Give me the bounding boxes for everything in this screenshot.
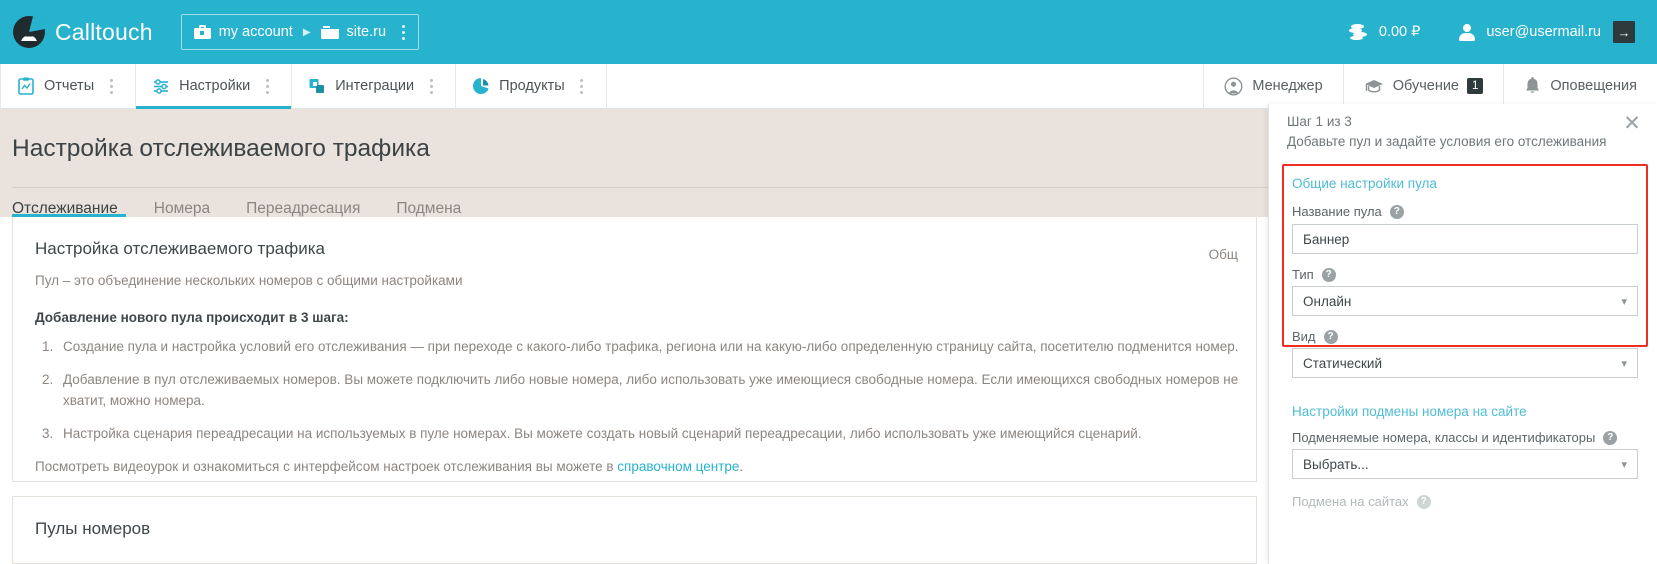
user-menu[interactable]: user@usermail.ru → — [1458, 21, 1635, 43]
pool-type-label: Тип ? — [1292, 267, 1336, 282]
card-footnote-suffix: . — [739, 458, 744, 474]
nav-item-reports[interactable]: Отчеты — [0, 64, 137, 108]
replaced-numbers-label: Подменяемые номера, классы и идентификат… — [1292, 430, 1618, 445]
pool-type-help-icon[interactable]: ? — [1321, 267, 1336, 282]
graduation-cap-icon — [1364, 77, 1384, 95]
list-item: Создание пула и настройка условий его от… — [57, 337, 1256, 358]
sliders-icon — [152, 77, 170, 95]
nav-item-reports-label: Отчеты — [44, 78, 95, 94]
pool-kind-select[interactable]: Статический ▾ — [1292, 348, 1638, 378]
main-nav: Отчеты Настройки Интеграции Продукты Мен… — [0, 64, 1657, 109]
replaced-numbers-select[interactable]: Выбрать... ▾ — [1292, 449, 1638, 479]
list-item: Настройка сценария переадресации на испо… — [57, 424, 1256, 445]
help-center-link[interactable]: справочном центре — [617, 459, 739, 474]
calltouch-logo-icon — [12, 15, 46, 49]
pool-type-select[interactable]: Онлайн ▾ — [1292, 286, 1638, 316]
pool-type-label-text: Тип — [1292, 267, 1314, 282]
nav-item-training-label: Обучение — [1392, 78, 1459, 94]
pool-kind-label: Вид ? — [1292, 329, 1338, 344]
logout-arrow-icon[interactable]: → — [1613, 21, 1635, 43]
user-email: user@usermail.ru — [1486, 24, 1601, 40]
chevron-down-icon: ▾ — [1621, 357, 1627, 370]
squares-icon — [308, 77, 326, 95]
card-steps-heading: Добавление нового пула происходит в 3 ша… — [35, 310, 349, 325]
breadcrumb-separator-icon: ▶ — [302, 26, 311, 38]
pool-name-input[interactable]: Баннер — [1292, 224, 1638, 254]
nav-item-products-label: Продукты — [499, 78, 565, 94]
pool-name-label: Название пула ? — [1292, 204, 1404, 219]
nav-item-training[interactable]: Обучение 1 — [1342, 64, 1504, 108]
nav-item-settings-label: Настройки — [179, 78, 251, 94]
training-badge: 1 — [1467, 78, 1484, 94]
account-menu-kebab-icon[interactable] — [392, 14, 414, 50]
top-bar-right: 0.00 ₽ user@usermail.ru → — [1348, 21, 1635, 43]
pool-wizard-panel: Шаг 1 из 3 Добавьте пул и задайте услови… — [1268, 104, 1657, 564]
nav-item-manager-label: Менеджер — [1252, 78, 1323, 94]
replaced-numbers-value: Выбрать... — [1303, 456, 1369, 472]
replaced-numbers-label-text: Подменяемые номера, классы и идентификат… — [1292, 430, 1596, 445]
tracking-info-card: Общ Настройка отслеживаемого трафика Пул… — [12, 217, 1257, 482]
chevron-down-icon: ▾ — [1621, 295, 1627, 308]
site-label: site.ru — [346, 24, 387, 40]
number-pools-heading: Пулы номеров — [35, 519, 151, 538]
nav-item-settings[interactable]: Настройки — [136, 64, 293, 109]
window-icon — [320, 25, 339, 39]
pool-name-value: Баннер — [1303, 231, 1350, 247]
substitution-settings-title: Настройки подмены номера на сайте — [1292, 404, 1527, 419]
nav-item-products[interactable]: Продукты — [456, 64, 607, 108]
card-corner-label: Общ — [1208, 247, 1238, 262]
main-nav-right: Менеджер Обучение 1 Оповещения — [1203, 64, 1657, 108]
account-chip[interactable]: my account — [193, 24, 293, 40]
top-bar: Calltouch my account ▶ site.ru 0.00 ₽ us… — [0, 0, 1657, 64]
site-chip[interactable]: site.ru — [320, 24, 387, 40]
number-pools-card: Пулы номеров — [12, 496, 1257, 564]
card-footnote: Посмотреть видеоурок и ознакомиться с ин… — [13, 457, 1256, 474]
card-lede: Пул – это объединение нескольких номеров… — [35, 273, 463, 288]
pool-name-label-text: Название пула — [1292, 204, 1382, 219]
bell-icon — [1524, 77, 1541, 95]
balance-value: 0.00 ₽ — [1378, 24, 1421, 40]
app-root: Calltouch my account ▶ site.ru 0.00 ₽ us… — [0, 0, 1657, 564]
pool-type-value: Онлайн — [1303, 293, 1352, 309]
headset-person-icon — [1224, 76, 1243, 96]
substitution-sites-label: Подмена на сайтах ? — [1292, 494, 1431, 509]
brand-name: Calltouch — [55, 18, 153, 45]
card-footnote-prefix: Посмотреть видеоурок и ознакомиться с ин… — [35, 458, 618, 474]
pool-kind-value: Статический — [1303, 355, 1382, 371]
nav-item-manager[interactable]: Менеджер — [1203, 64, 1342, 108]
replaced-numbers-help-icon[interactable]: ? — [1603, 430, 1618, 445]
nav-item-notifications-label: Оповещения — [1550, 78, 1637, 94]
substitution-sites-label-text: Подмена на сайтах — [1292, 494, 1409, 509]
chevron-down-icon: ▾ — [1621, 458, 1627, 471]
nav-integrations-kebab-icon[interactable] — [420, 68, 442, 104]
nav-item-notifications[interactable]: Оповещения — [1503, 64, 1657, 108]
account-switcher[interactable]: my account ▶ site.ru — [180, 14, 420, 50]
nav-products-kebab-icon[interactable] — [571, 68, 593, 104]
nav-item-integrations[interactable]: Интеграции — [292, 64, 457, 108]
clipboard-chart-icon — [17, 77, 35, 95]
close-icon[interactable]: ✕ — [1621, 113, 1643, 136]
wizard-step-counter: Шаг 1 из 3 — [1287, 114, 1352, 129]
pool-kind-help-icon[interactable]: ? — [1323, 329, 1338, 344]
nav-reports-kebab-icon[interactable] — [100, 68, 122, 104]
list-item: Добавление в пул отслеживаемых номеров. … — [57, 370, 1256, 412]
balance[interactable]: 0.00 ₽ — [1348, 24, 1421, 40]
pie-chart-icon — [472, 77, 490, 95]
brand[interactable]: Calltouch — [12, 15, 153, 49]
substitution-sites-help-icon[interactable]: ? — [1416, 494, 1431, 509]
avatar-icon — [1458, 23, 1476, 41]
briefcase-icon — [193, 25, 211, 39]
card-steps-list: Создание пула и настройка условий его от… — [13, 325, 1256, 445]
general-settings-title: Общие настройки пула — [1292, 176, 1437, 191]
account-label: my account — [218, 24, 293, 40]
nav-item-integrations-label: Интеграции — [335, 78, 415, 94]
pool-name-help-icon[interactable]: ? — [1389, 204, 1404, 219]
nav-settings-kebab-icon[interactable] — [256, 68, 278, 104]
coins-icon — [1348, 24, 1369, 40]
general-settings-highlight — [1282, 164, 1648, 347]
card-heading: Настройка отслеживаемого трафика — [35, 239, 325, 258]
pool-kind-label-text: Вид — [1292, 329, 1316, 344]
wizard-step-subtitle: Добавьте пул и задайте условия его отсле… — [1287, 134, 1607, 149]
